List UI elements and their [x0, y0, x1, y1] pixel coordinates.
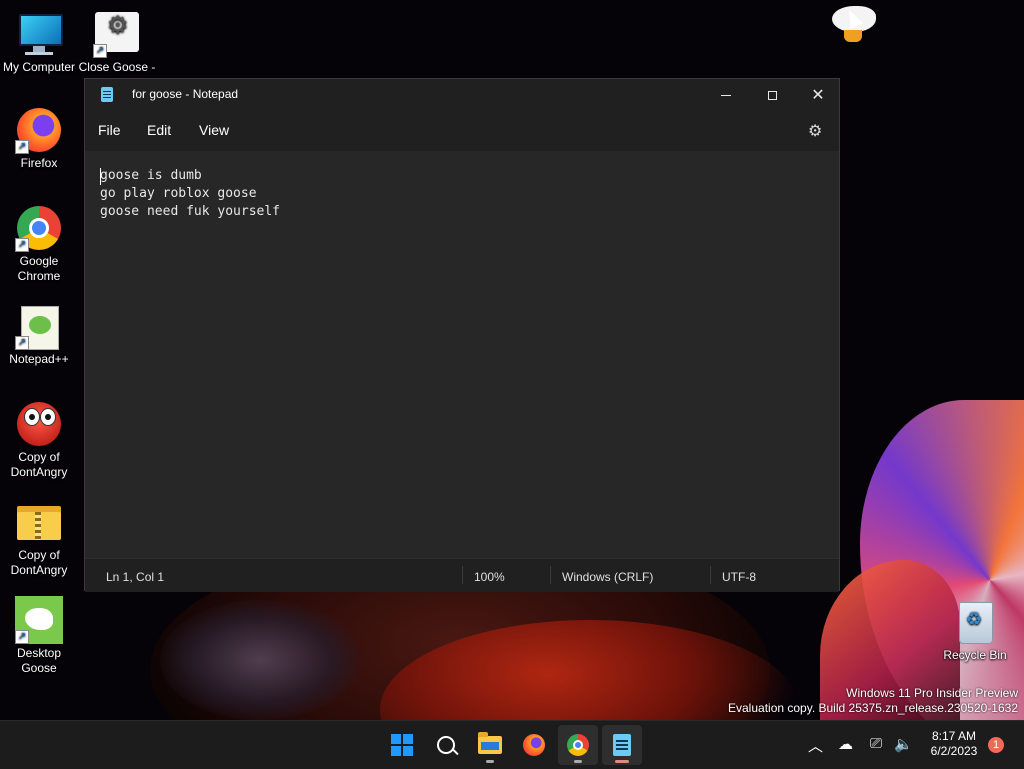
menu-bar: File Edit View	[85, 111, 839, 151]
settings-shortcut-icon: ⚙ ↗	[93, 10, 141, 58]
text-line: goose is dumb	[100, 168, 202, 183]
angry-bird-icon	[15, 400, 63, 448]
notepad-plus-plus-icon: ↗	[15, 302, 63, 350]
wallpaper-shape	[160, 600, 360, 720]
desktop-icon-label: Notepad++	[9, 352, 69, 366]
clock-time: 8:17 AM	[931, 729, 977, 743]
taskbar-file-explorer[interactable]	[470, 725, 510, 765]
onedrive-offline-icon[interactable]: ☁	[838, 735, 853, 753]
running-indicator	[486, 760, 494, 763]
text-editor[interactable]: goose is dumb go play roblox goose goose…	[85, 151, 839, 558]
clock-date: 6/2/2023	[930, 744, 978, 758]
status-divider	[710, 566, 711, 584]
windows-logo-icon	[391, 734, 413, 756]
file-explorer-icon	[478, 732, 502, 754]
desktop-icon-dontangry-2[interactable]: Copy of DontAngry	[0, 498, 78, 578]
search-icon	[437, 736, 455, 754]
zip-folder-icon	[15, 498, 63, 546]
desktop-icon-my-computer[interactable]: My Computer	[0, 10, 78, 75]
text-line: go play roblox goose	[100, 186, 257, 201]
desktop-icon-label: Google Chrome	[17, 254, 61, 283]
notepad-icon	[101, 87, 113, 102]
status-divider	[550, 566, 551, 584]
firefox-icon: ↗	[15, 106, 63, 154]
status-bar: Ln 1, Col 1 100% Windows (CRLF) UTF-8	[85, 558, 839, 592]
desktop-icon-label: Copy of DontAngry	[10, 548, 68, 577]
active-indicator	[615, 760, 629, 763]
volume-icon[interactable]: 🔈	[894, 735, 913, 753]
menu-file[interactable]: File	[98, 122, 121, 138]
menu-view[interactable]: View	[199, 122, 229, 138]
desktop-icon-label: Close Goose - Shortcut	[78, 60, 156, 74]
notepad-window: for goose - Notepad ✕ File Edit View ⚙ g…	[84, 78, 840, 592]
maximize-icon	[767, 90, 777, 100]
zoom-level[interactable]: 100%	[474, 570, 505, 584]
encoding[interactable]: UTF-8	[722, 570, 756, 584]
desktop-icon-close-goose[interactable]: ⚙↗ Close Goose - Shortcut	[78, 10, 156, 74]
notepad-icon	[613, 734, 631, 756]
window-title: for goose - Notepad	[132, 87, 239, 101]
desktop-icon-google-chrome[interactable]: ↗ Google Chrome	[0, 204, 78, 284]
chrome-icon	[567, 734, 589, 756]
taskbar: ︿ ☁ ⎚ 🔈 8:17 AM 6/2/2023 1	[0, 720, 1024, 769]
cursor-position: Ln 1, Col 1	[106, 570, 165, 584]
desktop-icon-label: Desktop Goose	[16, 646, 62, 675]
taskbar-firefox[interactable]	[514, 725, 554, 765]
status-divider	[462, 566, 463, 584]
minimize-button[interactable]	[703, 79, 749, 111]
taskbar-chrome[interactable]	[558, 725, 598, 765]
close-button[interactable]: ✕	[795, 79, 841, 111]
desktop-icon-desktop-goose[interactable]: ↗ Desktop Goose	[0, 596, 78, 676]
firefox-icon	[523, 734, 545, 756]
clock[interactable]: 8:17 AM 6/2/2023	[924, 729, 984, 759]
desktop-icon-label: My Computer	[2, 60, 76, 74]
watermark-line: Evaluation copy. Build 25375.zn_release.…	[728, 701, 1018, 715]
goose-app-icon: ↗	[15, 596, 63, 644]
taskbar-notepad[interactable]	[602, 725, 642, 765]
windows-watermark: Windows 11 Pro Insider Preview Evaluatio…	[728, 686, 1018, 716]
minimize-icon	[721, 94, 731, 96]
watermark-line: Windows 11 Pro Insider Preview	[846, 686, 1018, 700]
desktop-icon-notepad-plus-plus[interactable]: ↗ Notepad++	[0, 302, 78, 367]
notification-badge[interactable]: 1	[988, 737, 1004, 753]
desktop-icon-dontangry-1[interactable]: Copy of DontAngry	[0, 400, 78, 480]
recycle-bin-icon: ♻	[951, 598, 999, 646]
desktop-icon-firefox[interactable]: ↗ Firefox	[0, 106, 78, 171]
menu-edit[interactable]: Edit	[147, 122, 171, 138]
network-icon[interactable]: ⎚	[870, 735, 882, 752]
line-ending[interactable]: Windows (CRLF)	[562, 570, 653, 584]
title-bar[interactable]: for goose - Notepad ✕	[85, 79, 839, 111]
desktop-icon-label: Firefox	[20, 156, 58, 170]
chevron-up-icon[interactable]: ︿	[808, 735, 823, 756]
running-indicator	[574, 760, 582, 763]
search-button[interactable]	[426, 725, 466, 765]
desktop-icon-recycle-bin[interactable]: ♻ Recycle Bin	[936, 598, 1014, 663]
chrome-icon: ↗	[15, 204, 63, 252]
computer-icon	[15, 10, 63, 58]
settings-gear-icon[interactable]: ⚙	[808, 121, 822, 141]
maximize-button[interactable]	[749, 79, 795, 111]
start-button[interactable]	[382, 725, 422, 765]
close-icon: ✕	[811, 87, 825, 104]
desktop-icon-label: Copy of DontAngry	[10, 450, 68, 479]
text-line: goose need fuk yourself	[100, 204, 281, 219]
desktop-icon-label: Recycle Bin	[943, 648, 1007, 662]
